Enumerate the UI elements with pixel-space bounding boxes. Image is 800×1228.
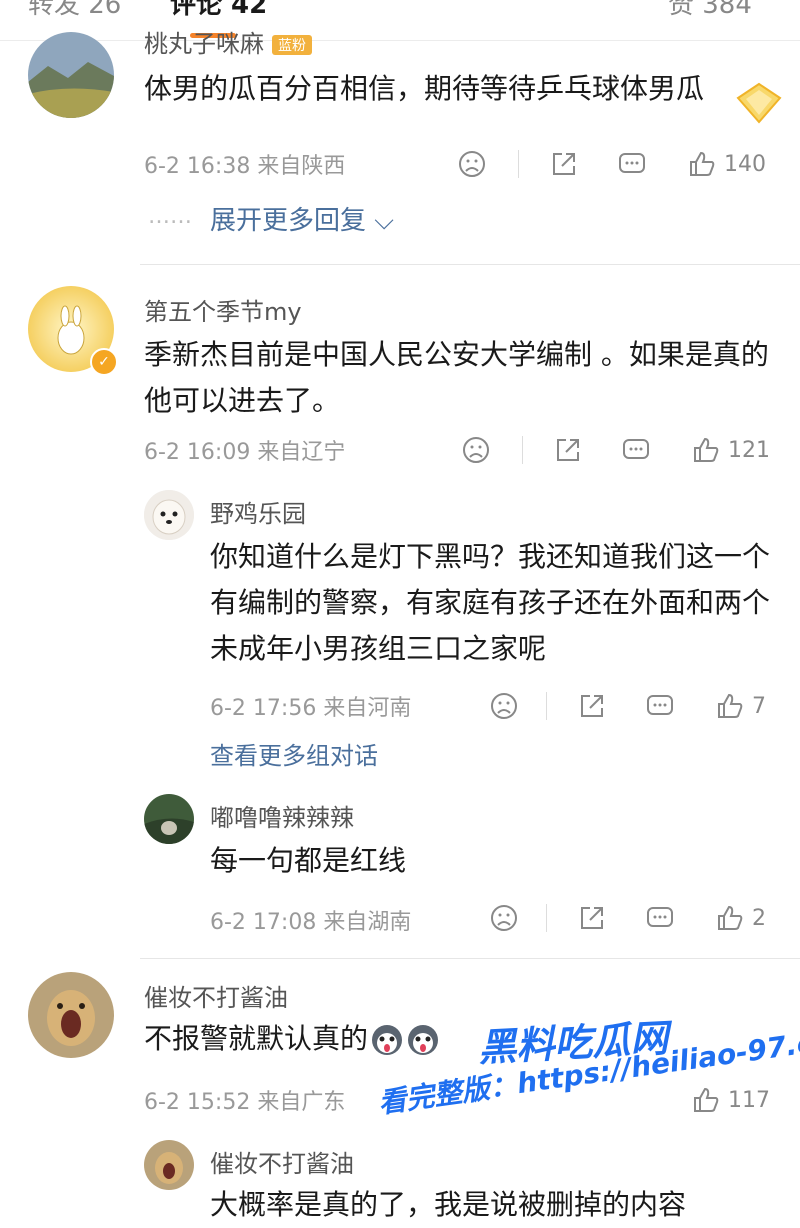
like-count: 140 — [724, 151, 766, 177]
comment-author[interactable]: 催妆不打酱油 — [144, 978, 288, 1013]
husky-emoji-icon — [372, 1025, 403, 1055]
verified-icon: ✓ — [90, 348, 118, 376]
view-conversation-link[interactable]: 查看更多组对话 — [210, 736, 378, 771]
ellipsis: …… — [148, 204, 192, 229]
expand-replies-link[interactable]: 展开更多回复 ⌵ — [210, 200, 394, 237]
reply-text: 每一句都是红线 — [210, 844, 407, 877]
thumbs-up-icon — [694, 1087, 719, 1112]
diamond-badge-icon — [736, 82, 782, 124]
avatar[interactable] — [144, 794, 194, 844]
comment-author[interactable]: 桃丸子咪麻 蓝粉 — [144, 24, 312, 59]
reply-button[interactable] — [644, 686, 676, 726]
dislike-button[interactable] — [488, 898, 520, 938]
reply-text: 大概率是真的了，我是说被删掉的内容 — [210, 1188, 687, 1221]
frown-icon — [463, 437, 489, 463]
reply-author[interactable]: 嘟噜噜辣辣辣 — [210, 798, 354, 833]
thumbs-up-icon — [690, 151, 715, 176]
share-icon — [553, 153, 575, 175]
reply-author[interactable]: 野鸡乐园 — [210, 494, 306, 529]
tab-comments[interactable]: 评论 42 — [170, 0, 267, 21]
dislike-button[interactable] — [460, 430, 492, 470]
like-button[interactable]: 7 — [714, 686, 766, 726]
reply-meta: 6-2 17:56 来自河南 — [210, 696, 412, 721]
like-button[interactable]: 121 — [690, 430, 770, 470]
share-icon — [557, 439, 579, 461]
thumbs-up-icon — [718, 905, 743, 930]
like-count: 117 — [728, 1087, 770, 1113]
like-count: 7 — [752, 693, 766, 719]
share-icon — [581, 695, 603, 717]
comment-icon — [647, 907, 673, 927]
thumbs-up-icon — [718, 693, 743, 718]
comment-icon — [647, 695, 673, 715]
comment-icon — [619, 153, 645, 173]
like-button[interactable]: 2 — [714, 898, 766, 938]
reply-button[interactable] — [620, 430, 652, 470]
comment-author[interactable]: 第五个季节my — [144, 292, 302, 327]
dislike-button[interactable] — [488, 686, 520, 726]
comment-meta: 6-2 16:38 来自陕西 — [144, 154, 346, 179]
separator — [546, 692, 547, 720]
comment-text: 季新杰目前是中国人民公安大学编制 。如果是真的他可以进去了。 — [144, 338, 769, 417]
action-bar: 117 — [690, 1080, 800, 1120]
frown-icon — [491, 693, 517, 719]
share-button[interactable] — [552, 430, 584, 470]
share-button[interactable] — [576, 898, 608, 938]
comment-icon — [623, 439, 649, 459]
fan-badge: 蓝粉 — [272, 35, 312, 55]
tab-reposts[interactable]: 转发 26 — [28, 0, 121, 21]
comment-text: 体男的瓜百分百相信，期待等待乒乓球体男瓜 — [144, 72, 705, 105]
share-icon — [581, 907, 603, 929]
expand-replies-label[interactable]: 展开更多回复 — [210, 206, 366, 236]
chevron-down-icon: ⌵ — [374, 206, 394, 236]
avatar[interactable] — [28, 32, 114, 118]
reply-author[interactable]: 催妆不打酱油 — [210, 1144, 354, 1179]
thumbs-up-icon — [694, 437, 719, 462]
reply-button[interactable] — [644, 898, 676, 938]
reply-button[interactable] — [616, 144, 648, 184]
action-bar: 140 — [456, 144, 786, 184]
like-button[interactable]: 140 — [686, 144, 766, 184]
divider — [140, 264, 800, 265]
action-bar: 121 — [460, 430, 790, 470]
comment-meta: 6-2 15:52 来自广东 — [144, 1090, 346, 1115]
action-bar: 2 — [488, 898, 788, 938]
comment-meta: 6-2 16:09 来自辽宁 — [144, 440, 346, 465]
avatar[interactable] — [144, 1140, 194, 1190]
avatar[interactable] — [144, 490, 194, 540]
reply-meta: 6-2 17:08 来自湖南 — [210, 910, 412, 935]
share-button[interactable] — [576, 686, 608, 726]
husky-emoji-icon — [408, 1025, 439, 1055]
avatar[interactable] — [28, 972, 114, 1058]
separator — [546, 904, 547, 932]
like-count: 121 — [728, 437, 770, 463]
like-count: 2 — [752, 905, 766, 931]
tab-likes[interactable]: 赞 384 — [668, 0, 752, 21]
separator — [522, 436, 523, 464]
divider — [140, 958, 800, 959]
like-button[interactable]: 117 — [690, 1080, 770, 1120]
tab-bar: 转发 26 评论 42 赞 384 — [0, 0, 800, 41]
share-button[interactable] — [548, 144, 580, 184]
author-name[interactable]: 桃丸子咪麻 — [144, 30, 264, 58]
reply-text: 你知道什么是灯下黑吗？我还知道我们这一个有编制的警察，有家庭有孩子还在外面和两个… — [210, 540, 771, 665]
separator — [518, 150, 519, 178]
comment-text-content: 不报警就默认真的 — [144, 1022, 369, 1055]
action-bar: 7 — [488, 686, 788, 726]
dislike-button[interactable] — [456, 144, 488, 184]
frown-icon — [459, 151, 485, 177]
frown-icon — [491, 905, 517, 931]
